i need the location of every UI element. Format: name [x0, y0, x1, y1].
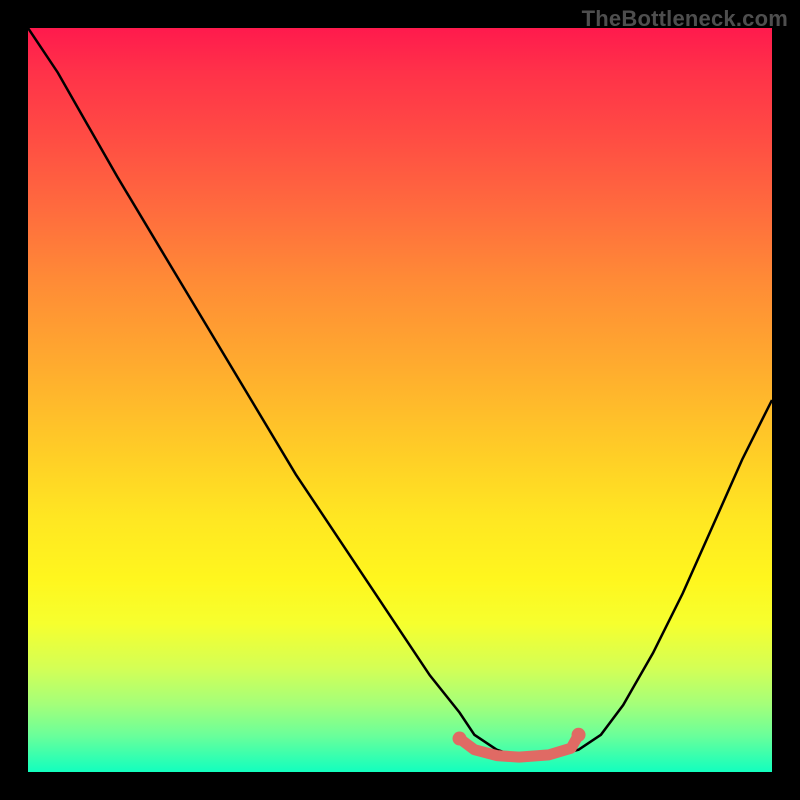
plot-area [28, 28, 772, 772]
branding-watermark: TheBottleneck.com [582, 6, 788, 32]
chart-stage: TheBottleneck.com [0, 0, 800, 800]
optimal-range-marker [28, 28, 772, 772]
